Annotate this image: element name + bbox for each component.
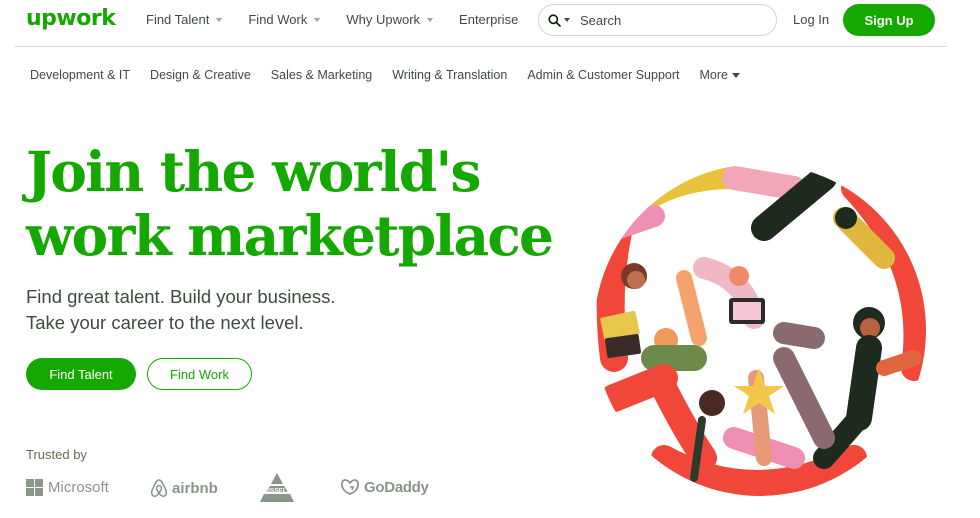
hero-headline: Join the world's work marketplace — [26, 140, 586, 268]
search-input[interactable] — [580, 12, 760, 28]
search-bar — [538, 4, 777, 36]
category-admin-support[interactable]: Admin & Customer Support — [527, 68, 679, 82]
top-navigation: upwork Find Talent Find Work Why Upwork … — [0, 0, 980, 40]
airbnb-belo-icon — [150, 479, 168, 497]
hero-subheading-line1: Find great talent. Build your business. — [26, 286, 336, 307]
upwork-logo[interactable]: upwork — [26, 6, 116, 31]
chevron-down-icon — [731, 72, 740, 78]
hero-headline-line1: Join the world's — [26, 139, 481, 204]
signup-button[interactable]: Sign Up — [843, 4, 935, 36]
hero-subheading: Find great talent. Build your business. … — [26, 284, 336, 336]
airbnb-logo-text: airbnb — [172, 479, 218, 497]
nav-find-work[interactable]: Find Work — [248, 12, 321, 27]
godaddy-icon — [340, 479, 360, 495]
login-link[interactable]: Log In — [793, 12, 829, 27]
nav-find-talent-label: Find Talent — [146, 12, 210, 27]
hero-illustration — [594, 165, 926, 496]
category-bar: Development & IT Design & Creative Sales… — [30, 68, 760, 82]
hero-headline-line2: work marketplace — [26, 203, 554, 268]
chevron-down-icon — [314, 17, 321, 22]
airbnb-logo: airbnb — [150, 478, 218, 498]
nav-why-upwork-label: Why Upwork — [346, 12, 421, 27]
search-type-dropdown-icon[interactable] — [564, 18, 570, 22]
nav-why-upwork[interactable]: Why Upwork — [346, 12, 434, 27]
nav-divider — [14, 46, 947, 47]
main-nav: Find Talent Find Work Why Upwork Enterpr… — [146, 12, 544, 27]
microsoft-logo: Microsoft — [26, 479, 109, 496]
nav-find-talent[interactable]: Find Talent — [146, 12, 223, 27]
chevron-down-icon — [427, 17, 434, 22]
category-sales-marketing[interactable]: Sales & Marketing — [271, 68, 372, 82]
bissell-logo-mark: BISSELL — [260, 473, 294, 502]
find-work-button[interactable]: Find Work — [147, 358, 252, 390]
svg-text:BISSELL: BISSELL — [263, 488, 290, 495]
trusted-by-label: Trusted by — [26, 447, 87, 462]
find-talent-button[interactable]: Find Talent — [26, 358, 136, 390]
nav-enterprise[interactable]: Enterprise — [459, 12, 518, 27]
bissell-logo: BISSELL — [254, 472, 300, 504]
category-development-it[interactable]: Development & IT — [30, 68, 130, 82]
hero-subheading-line2: Take your career to the next level. — [26, 312, 304, 333]
godaddy-logo: GoDaddy — [339, 478, 429, 496]
chevron-down-icon — [216, 17, 223, 22]
microsoft-logo-text: Microsoft — [48, 479, 109, 496]
category-design-creative[interactable]: Design & Creative — [150, 68, 251, 82]
godaddy-logo-text: GoDaddy — [364, 478, 429, 496]
nav-find-work-label: Find Work — [248, 12, 308, 27]
microsoft-windows-icon — [26, 479, 43, 496]
category-more[interactable]: More — [700, 68, 740, 82]
search-icon[interactable] — [548, 13, 561, 27]
category-more-label: More — [699, 68, 728, 82]
category-writing-translation[interactable]: Writing & Translation — [392, 68, 507, 82]
nav-enterprise-label: Enterprise — [459, 12, 519, 27]
